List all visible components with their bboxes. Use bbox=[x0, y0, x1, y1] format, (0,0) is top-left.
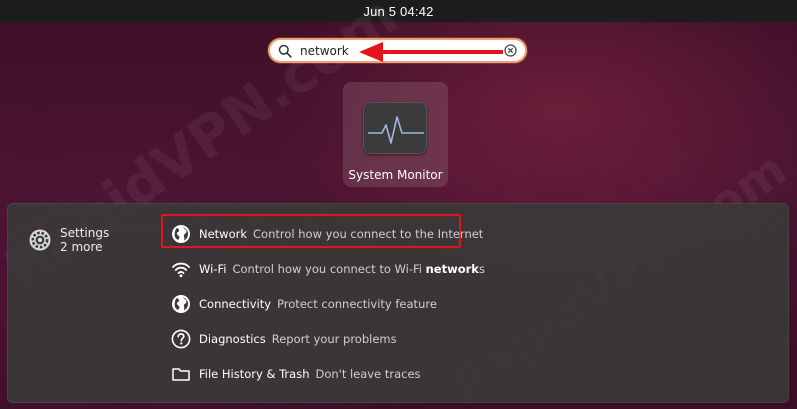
help-icon bbox=[171, 329, 191, 349]
globe-icon bbox=[172, 225, 190, 243]
result-title: Diagnostics bbox=[199, 332, 266, 346]
search-results-panel: Settings 2 more Network Control how you … bbox=[7, 203, 789, 403]
settings-gear-icon bbox=[29, 229, 51, 251]
wifi-icon bbox=[172, 262, 190, 278]
result-connectivity[interactable]: Connectivity Protect connectivity featur… bbox=[171, 290, 437, 318]
result-description: Report your problems bbox=[271, 332, 397, 346]
folder-icon bbox=[172, 368, 190, 381]
result-description: Protect connectivity feature bbox=[277, 297, 437, 311]
result-description: Don't leave traces bbox=[315, 367, 421, 381]
clock[interactable]: Jun 5 04:42 bbox=[363, 4, 433, 19]
match-highlight: network bbox=[425, 262, 479, 276]
search-icon bbox=[278, 44, 292, 58]
top-bar: Jun 5 04:42 bbox=[0, 0, 797, 22]
globe-icon bbox=[172, 295, 190, 313]
description-text: s bbox=[478, 262, 485, 276]
result-description: Control how you connect to Wi-Fi network… bbox=[232, 262, 485, 276]
result-description: Control how you connect to the Internet bbox=[253, 227, 484, 241]
system-monitor-icon bbox=[363, 102, 427, 154]
result-title: Network bbox=[199, 227, 248, 241]
annotation-arrow bbox=[359, 42, 503, 62]
result-file-history[interactable]: File History & Trash Don't leave traces bbox=[171, 360, 421, 388]
result-title: Connectivity bbox=[199, 297, 272, 311]
result-title: Wi-Fi bbox=[199, 262, 227, 276]
provider-settings[interactable]: Settings 2 more bbox=[28, 226, 109, 254]
app-tile-system-monitor[interactable]: System Monitor bbox=[343, 82, 448, 187]
result-title: File History & Trash bbox=[199, 367, 310, 381]
app-label: System Monitor bbox=[348, 168, 443, 182]
result-diagnostics[interactable]: Diagnostics Report your problems bbox=[171, 325, 397, 353]
result-wifi[interactable]: Wi-Fi Control how you connect to Wi-Fi n… bbox=[171, 255, 485, 283]
provider-name: Settings bbox=[60, 226, 110, 240]
description-text: Control how you connect to Wi-Fi bbox=[232, 262, 426, 276]
provider-more[interactable]: 2 more bbox=[60, 240, 109, 254]
result-network[interactable]: Network Control how you connect to the I… bbox=[171, 220, 483, 248]
